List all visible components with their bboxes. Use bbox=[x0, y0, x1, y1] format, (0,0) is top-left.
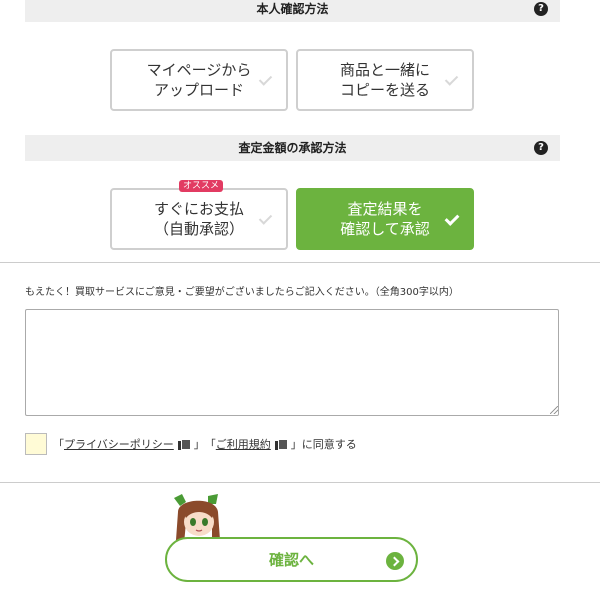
terms-link[interactable]: ご利用規約 bbox=[216, 436, 271, 452]
manual-approve-option[interactable]: 査定結果を 確認して承認 bbox=[296, 188, 474, 250]
resize-grip-icon[interactable] bbox=[550, 406, 558, 414]
confirm-button[interactable]: 確認へ bbox=[165, 537, 418, 582]
help-icon[interactable]: ? bbox=[534, 141, 548, 155]
privacy-policy-link[interactable]: プライバシーポリシー bbox=[64, 436, 174, 452]
recommended-badge: オススメ bbox=[179, 180, 224, 192]
option-label-line1: すぐにお支払 bbox=[153, 200, 244, 218]
option-label-line1: 査定結果を bbox=[347, 200, 423, 218]
open-quote: 「 bbox=[204, 438, 216, 451]
approval-section-header: 査定金額の承認方法 ? bbox=[25, 135, 560, 161]
close-quote: 」 bbox=[193, 438, 205, 451]
comment-label: もえたく！買取サービスにご意見・ご要望がございましたらご記入ください。（全角30… bbox=[25, 287, 459, 298]
option-label-line1: マイページから bbox=[146, 61, 252, 79]
identity-header-text: 本人確認方法 bbox=[256, 2, 329, 16]
check-icon bbox=[444, 212, 458, 226]
help-icon[interactable]: ? bbox=[534, 2, 548, 16]
divider bbox=[0, 262, 600, 263]
external-window-icon bbox=[274, 438, 288, 450]
close-quote: 」 bbox=[290, 438, 302, 451]
open-quote: 「 bbox=[53, 438, 64, 451]
option-label-line2: コピーを送る bbox=[339, 81, 430, 99]
agreement-row: 「 プライバシーポリシー 」 「 ご利用規約 」 に同意する bbox=[25, 433, 357, 455]
arrow-right-icon bbox=[386, 552, 404, 570]
confirm-button-label: 確認へ bbox=[268, 551, 314, 569]
check-icon bbox=[258, 73, 272, 87]
approval-header-text: 査定金額の承認方法 bbox=[238, 141, 347, 155]
identity-section-header: 本人確認方法 ? bbox=[25, 0, 560, 22]
option-label-line2: 確認して承認 bbox=[340, 220, 430, 238]
agree-suffix: に同意する bbox=[301, 438, 357, 451]
option-label-line1: 商品と一緒に bbox=[339, 61, 430, 79]
option-label-line2: （自動承認） bbox=[153, 220, 244, 238]
option-label-line2: アップロード bbox=[153, 81, 244, 99]
check-icon bbox=[444, 73, 458, 87]
comment-textarea[interactable] bbox=[25, 309, 559, 416]
upload-mypage-option[interactable]: マイページから アップロード bbox=[110, 49, 288, 111]
agree-checkbox[interactable] bbox=[25, 433, 47, 455]
send-copy-option[interactable]: 商品と一緒に コピーを送る bbox=[296, 49, 474, 111]
auto-approve-option[interactable]: すぐにお支払 （自動承認） bbox=[110, 188, 288, 250]
check-icon bbox=[258, 212, 272, 226]
external-window-icon bbox=[177, 438, 191, 450]
divider bbox=[0, 482, 600, 483]
